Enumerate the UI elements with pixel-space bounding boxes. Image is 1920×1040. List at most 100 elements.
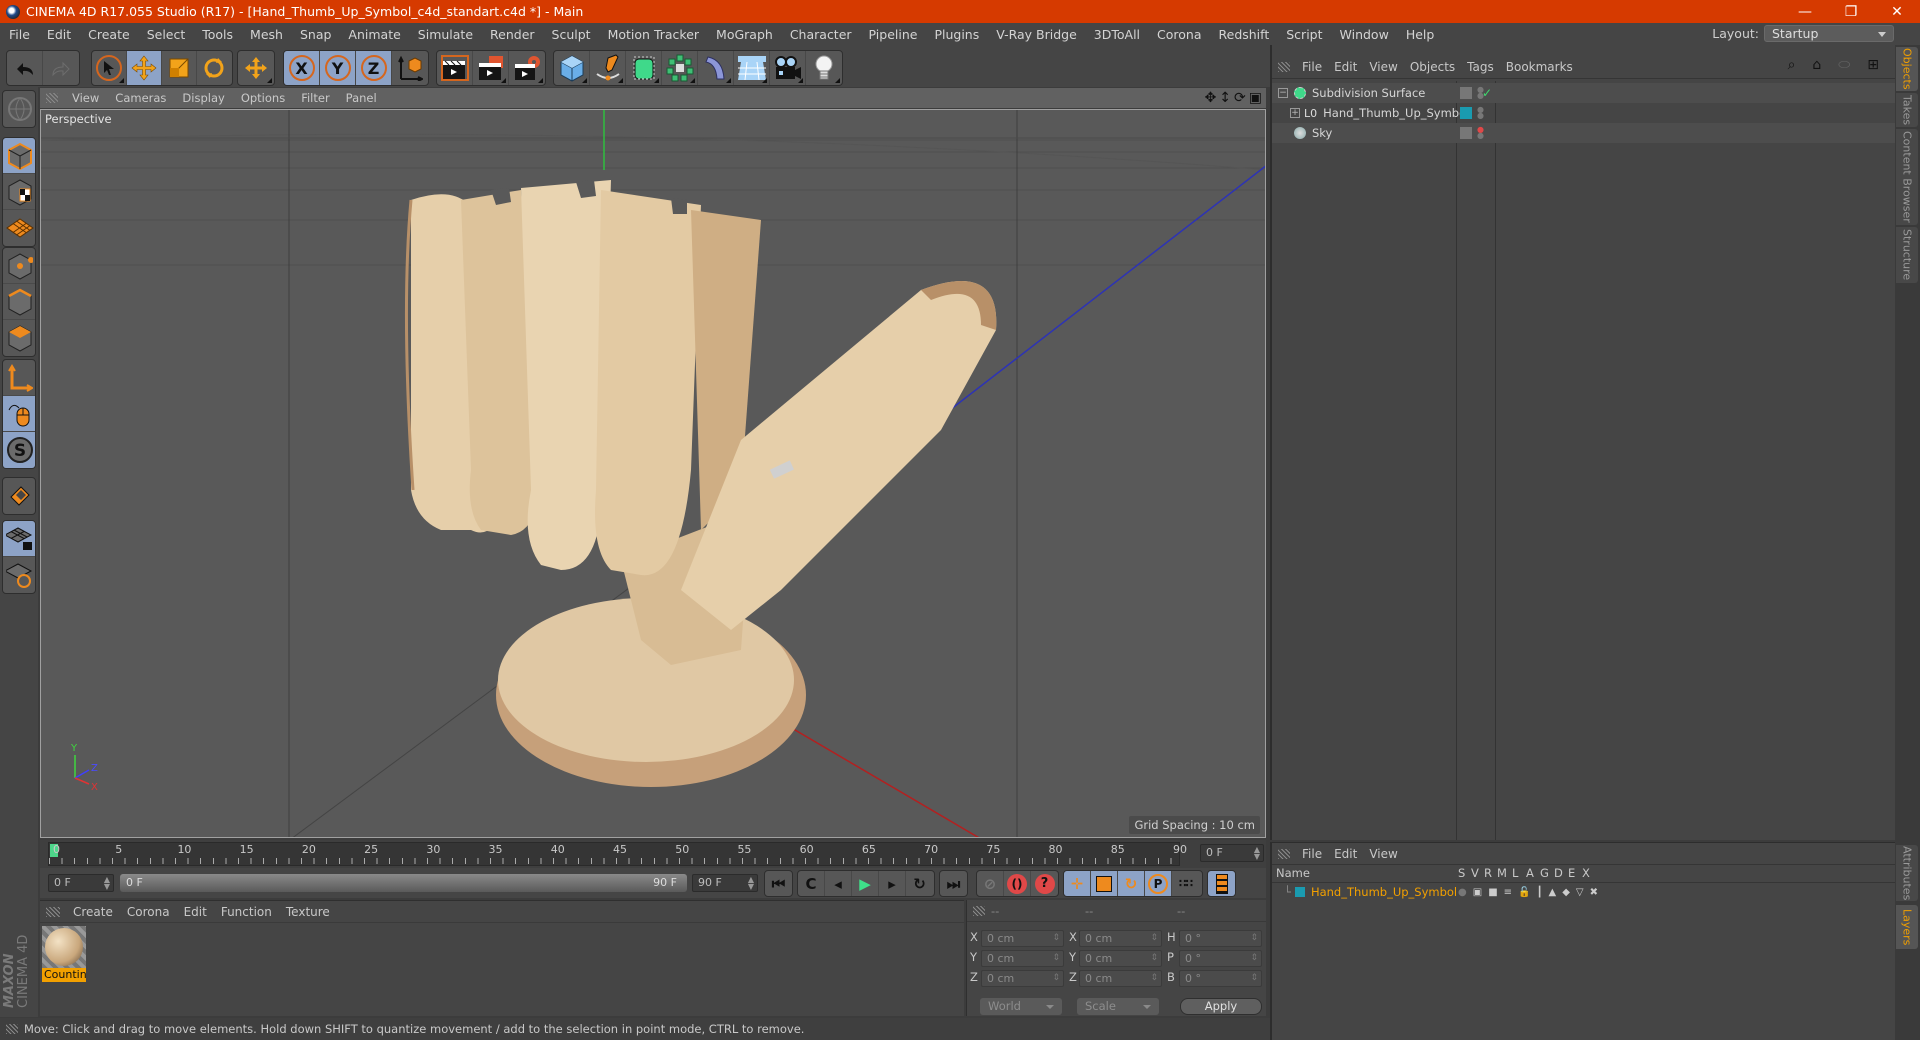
minimize-button[interactable]: — [1782, 0, 1828, 23]
restore-button[interactable]: ❐ [1828, 0, 1874, 23]
objects-menu-tags[interactable]: Tags [1461, 60, 1500, 74]
world-coordinates-button[interactable] [392, 51, 428, 85]
next-key-button[interactable]: ↻ [906, 871, 933, 896]
layout-dropdown[interactable]: Startup [1764, 25, 1894, 42]
tab-structure[interactable]: Structure [1896, 227, 1918, 283]
position-field[interactable]: 0 cm [981, 930, 1064, 947]
material-menu-create[interactable]: Create [66, 905, 120, 919]
menu-select[interactable]: Select [138, 27, 194, 42]
magnet-button[interactable] [3, 478, 35, 514]
menu-edit[interactable]: Edit [38, 27, 79, 42]
hand-thumb-up-model[interactable] [404, 180, 997, 787]
x-axis-lock-button[interactable]: X [284, 51, 320, 85]
menu-motion-tracker[interactable]: Motion Tracker [599, 27, 707, 42]
visibility-dots-icon[interactable]: ● ● [1477, 106, 1484, 120]
layer-column-header[interactable]: L [1512, 866, 1518, 880]
go-to-start-button[interactable]: ⏮ [765, 871, 792, 896]
rotation-field[interactable]: 0 ° [1179, 930, 1262, 947]
viewport-menu-options[interactable]: Options [233, 91, 293, 105]
objects-menu-bookmarks[interactable]: Bookmarks [1500, 60, 1579, 74]
objects-menu-objects[interactable]: Objects [1404, 60, 1461, 74]
menu-simulate[interactable]: Simulate [409, 27, 481, 42]
objects-menu-view[interactable]: View [1363, 60, 1403, 74]
menu-help[interactable]: Help [1397, 27, 1443, 42]
object-row-hand-thumb-up-symbol[interactable]: + L0 Hand_Thumb_Up_Symbol ● ● [1272, 103, 1897, 123]
material-menu-corona[interactable]: Corona [120, 905, 177, 919]
frame-range-slider[interactable]: 0 F 90 F [120, 874, 687, 892]
viewport-menu-cameras[interactable]: Cameras [107, 91, 174, 105]
menu-tools[interactable]: Tools [193, 27, 241, 42]
frame-ruler[interactable]: 0 5 10 15 20 25 30 35 40 45 50 55 60 65 70 75 80 85 90 [48, 842, 1187, 866]
render-picture-viewer-button[interactable] [473, 51, 509, 85]
menu-corona[interactable]: Corona [1148, 27, 1209, 42]
collapse-icon[interactable]: − [1278, 88, 1288, 98]
layer-column-header[interactable]: G [1540, 866, 1549, 880]
redo-button[interactable] [43, 51, 79, 85]
workplane-button[interactable] [3, 210, 35, 246]
panel-grip-icon[interactable] [973, 906, 985, 916]
material-menu-function[interactable]: Function [214, 905, 279, 919]
layers-menu-file[interactable]: File [1296, 847, 1328, 861]
model-mode-button[interactable] [3, 138, 35, 174]
tweak-mode-button[interactable] [3, 396, 35, 432]
layer-column-header[interactable]: Name [1276, 866, 1310, 880]
go-to-end-button[interactable]: ⏭ [940, 871, 967, 896]
render-view-button[interactable] [437, 51, 473, 85]
record-keyframes-button[interactable]: ⊘ [977, 871, 1004, 896]
tab-objects[interactable]: Objects [1896, 47, 1918, 91]
visibility-dots-icon[interactable]: ● ● [1477, 126, 1484, 140]
layer-color-swatch[interactable] [1294, 887, 1305, 897]
viewport-menu-display[interactable]: Display [174, 91, 232, 105]
layer-column-header[interactable]: V [1471, 866, 1479, 880]
camera-button[interactable] [770, 51, 806, 85]
next-frame-button[interactable]: ▸ [879, 871, 906, 896]
manager-toggle-icon[interactable]: ≡ [1504, 887, 1512, 898]
z-axis-lock-button[interactable]: Z [356, 51, 392, 85]
edges-mode-button[interactable] [3, 284, 35, 320]
undo-button[interactable] [7, 51, 43, 85]
subdivision-surface-button[interactable] [626, 51, 662, 85]
xref-toggle-icon[interactable]: ✖ [1590, 887, 1598, 898]
layers-menu-edit[interactable]: Edit [1328, 847, 1363, 861]
menu-mograph[interactable]: MoGraph [707, 27, 781, 42]
start-frame-field[interactable]: 0 F ▲ ▼ [48, 874, 114, 892]
position-field[interactable]: 0 cm [981, 950, 1064, 967]
menu-redshift[interactable]: Redshift [1210, 27, 1278, 42]
menu-file[interactable]: File [0, 27, 38, 42]
menu-character[interactable]: Character [781, 27, 860, 42]
material-swatch[interactable]: Countin [42, 926, 86, 982]
coordinate-system-dropdown[interactable]: World [980, 998, 1062, 1015]
layer-column-header[interactable]: A [1526, 866, 1534, 880]
texture-mode-button[interactable] [3, 174, 35, 210]
render-settings-button[interactable] [509, 51, 545, 85]
key-scale-button[interactable] [1091, 871, 1118, 896]
menu-window[interactable]: Window [1331, 27, 1397, 42]
expand-icon[interactable]: + [1290, 108, 1300, 118]
orbit-icon[interactable]: ⟳ [1234, 90, 1246, 106]
dolly-icon[interactable]: ↕ [1219, 90, 1231, 106]
layers-menu-view[interactable]: View [1363, 847, 1403, 861]
panel-grip-icon[interactable] [46, 93, 58, 103]
menu-animate[interactable]: Animate [339, 27, 408, 42]
points-mode-button[interactable] [3, 248, 35, 284]
layer-color-tag[interactable] [1460, 107, 1472, 119]
apply-button[interactable]: Apply [1180, 998, 1262, 1015]
y-axis-lock-button[interactable]: Y [320, 51, 356, 85]
layer-column-header[interactable]: S [1458, 866, 1465, 880]
keyframe-selection-button[interactable]: ? [1031, 871, 1058, 896]
material-menu-edit[interactable]: Edit [177, 905, 214, 919]
cloner-button[interactable] [662, 51, 698, 85]
rotation-field[interactable]: 0 ° [1179, 970, 1262, 987]
lock-toggle-icon[interactable]: 🔓 [1518, 887, 1530, 898]
objects-menu-file[interactable]: File [1296, 60, 1328, 74]
key-parameter-button[interactable]: P [1145, 871, 1172, 896]
viewport-menu-panel[interactable]: Panel [338, 91, 385, 105]
key-position-button[interactable]: ✛ [1064, 871, 1091, 896]
new-window-icon[interactable]: ⊞ [1861, 57, 1885, 73]
objects-menu-edit[interactable]: Edit [1328, 60, 1363, 74]
layer-column-header[interactable]: E [1568, 866, 1575, 880]
menu-vray-bridge[interactable]: V-Ray Bridge [987, 27, 1085, 42]
bend-deformer-button[interactable] [698, 51, 734, 85]
object-row-subdivision-surface[interactable]: − Subdivision Surface ● ● ✓ [1272, 83, 1897, 103]
rotation-field[interactable]: 0 ° [1179, 950, 1262, 967]
